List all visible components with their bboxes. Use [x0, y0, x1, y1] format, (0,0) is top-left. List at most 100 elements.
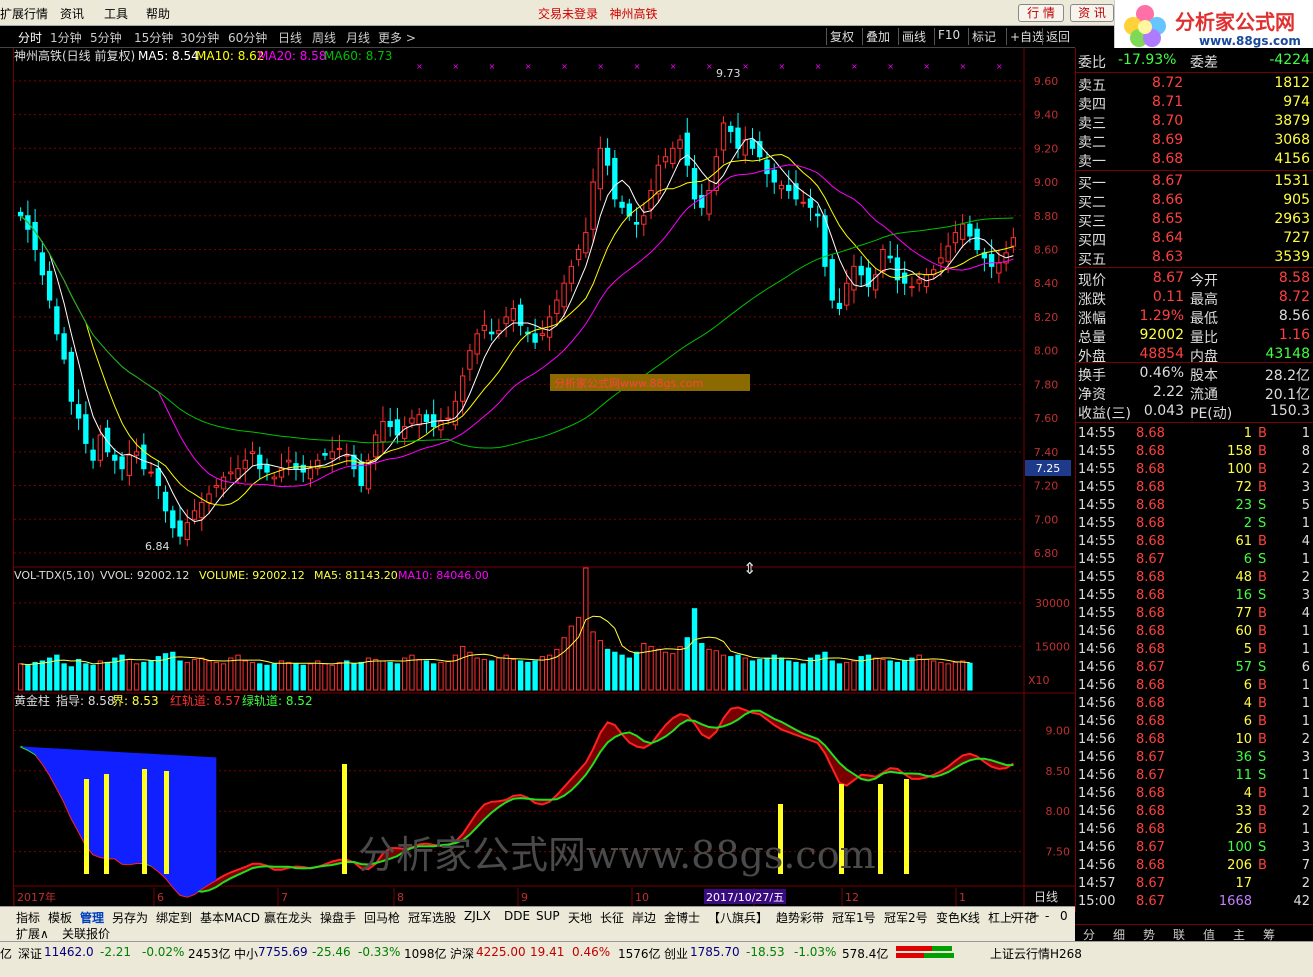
gold-pillar	[904, 779, 909, 874]
volume-bar	[670, 653, 676, 691]
candle-body	[257, 454, 263, 470]
period-tab-6[interactable]: 日线	[278, 29, 302, 46]
volume-bar	[155, 656, 161, 691]
menu-help[interactable]: 帮助	[146, 5, 170, 22]
indicator-tab[interactable]: DDE	[504, 909, 530, 923]
period-tab-4[interactable]: 30分钟	[180, 29, 219, 46]
candle-body	[916, 279, 922, 284]
volume-bar	[394, 663, 401, 691]
menu-extended-quotes[interactable]: 扩展行情	[0, 5, 48, 22]
tick-price: 8.68	[1136, 804, 1165, 819]
toolbar-button-2[interactable]: 画线	[898, 28, 929, 45]
gold-pillar	[104, 774, 109, 874]
menu-tools[interactable]: 工具	[104, 5, 128, 22]
zoom-out-icon[interactable]: -	[1045, 909, 1049, 923]
volume-bar	[930, 660, 937, 691]
period-tab-9[interactable]: 更多 >	[378, 29, 416, 46]
indicator-tab[interactable]: SUP	[536, 909, 560, 923]
related-quotes-tab[interactable]: 关联报价	[62, 925, 110, 942]
toolbar-button-1[interactable]: 叠加	[862, 28, 893, 45]
stat-label: 外盘	[1078, 349, 1106, 365]
volume-bar	[938, 661, 944, 691]
tick-time: 14:55	[1078, 606, 1116, 621]
candle-body	[988, 254, 995, 267]
volume-bar	[786, 660, 792, 691]
weicha-label: 委差	[1190, 55, 1218, 71]
buy-price: 8.67	[1152, 173, 1184, 189]
toolbar-button-5[interactable]: +自选	[1006, 28, 1047, 45]
expand-tab[interactable]: 扩展∧	[16, 925, 49, 942]
volume-bar	[264, 664, 270, 691]
zoom-in-icon[interactable]: +	[1030, 909, 1040, 923]
volume-bar	[539, 656, 546, 691]
tick-time: 14:57	[1078, 876, 1116, 891]
volume-bar	[662, 651, 669, 691]
candle-body	[387, 420, 393, 428]
tick-time: 14:55	[1078, 552, 1116, 567]
toolbar-button-6[interactable]: 返回	[1042, 28, 1073, 45]
sell-level-row: 卖三 8.70 3879	[1078, 112, 1312, 132]
toolbar-button-0[interactable]: 复权	[826, 28, 857, 45]
tick-side: B	[1258, 804, 1267, 819]
stat-label: 今开	[1190, 273, 1218, 289]
toolbar-button-4[interactable]: 标记	[968, 28, 999, 45]
candle-body	[380, 420, 386, 443]
tick-side: B	[1258, 786, 1267, 801]
tick-row: 14:56 8.68 6 B 1	[1078, 677, 1312, 695]
candle-body	[786, 184, 792, 191]
candle-body	[894, 257, 901, 281]
volume-bar	[800, 663, 806, 691]
tick-price: 8.68	[1136, 678, 1165, 693]
candle-body	[220, 476, 227, 490]
news-button[interactable]: 资 讯	[1070, 4, 1114, 22]
time-tick-label: 8	[397, 891, 404, 904]
stat-value: 2.22	[1152, 384, 1184, 400]
period-tab-2[interactable]: 5分钟	[90, 29, 122, 46]
tick-price: 8.67	[1136, 660, 1165, 675]
quote-button[interactable]: 行 情	[1018, 4, 1064, 22]
volume-bar	[597, 640, 604, 691]
tick-row: 14:56 8.68 10 B 2	[1078, 731, 1312, 749]
volume-bar	[655, 648, 661, 691]
period-tab-3[interactable]: 15分钟	[134, 29, 173, 46]
chart-area[interactable]: 9.60 9.40 9.20 9.00 8.80 8.60 8.40 8.20 8.00 7.80…	[14, 48, 1075, 906]
volume-bar	[749, 660, 756, 691]
candle-body	[90, 449, 96, 461]
reset-zoom-icon[interactable]: 0	[1060, 909, 1068, 923]
tick-time: 14:55	[1078, 498, 1116, 513]
indicator-tab[interactable]: ZJLX	[464, 909, 491, 923]
candle-body	[126, 454, 132, 476]
candle-body	[952, 232, 959, 244]
tick-row: 14:55 8.67 6 S 1	[1078, 551, 1312, 569]
cy-percent: -1.03%	[794, 945, 837, 959]
current-price-tag-label: 7.25	[1036, 462, 1061, 475]
candle-body	[191, 510, 198, 520]
gold-tick-label: 7.50	[1046, 846, 1071, 859]
period-tab-1[interactable]: 1分钟	[50, 29, 82, 46]
server-name[interactable]: 上证云行情H268	[990, 945, 1082, 962]
candle-body	[851, 265, 857, 291]
toolbar-button-3[interactable]: F10	[934, 28, 963, 45]
volume-bar	[228, 657, 234, 691]
menu-news[interactable]: 资讯	[60, 5, 84, 22]
volume-bar	[213, 661, 219, 691]
tick-side: S	[1258, 750, 1267, 765]
period-tab-5[interactable]: 60分钟	[228, 29, 267, 46]
vol-ma5: MA5: 81143.20	[314, 569, 398, 582]
volume-bar	[242, 660, 248, 691]
time-period-label[interactable]: 日线	[1034, 890, 1058, 904]
stat-row: 现价 8.67 今开 8.58	[1078, 269, 1312, 289]
volume-bar	[829, 660, 835, 691]
volume-bar	[858, 656, 864, 691]
candle-body	[249, 451, 256, 455]
period-tab-7[interactable]: 周线	[312, 29, 336, 46]
period-tab-8[interactable]: 月线	[346, 29, 370, 46]
candle-body	[141, 444, 147, 470]
buy-volume: 2963	[1274, 211, 1310, 227]
period-tab-0[interactable]: 分时	[18, 29, 42, 46]
signal-x-marker: ×	[923, 62, 930, 71]
volume-bar	[206, 660, 212, 691]
volume-bar	[177, 660, 183, 691]
tab-scroll-right-icon[interactable]: ›	[1010, 909, 1015, 923]
buy-level-row: 买二 8.66 905	[1078, 191, 1312, 211]
